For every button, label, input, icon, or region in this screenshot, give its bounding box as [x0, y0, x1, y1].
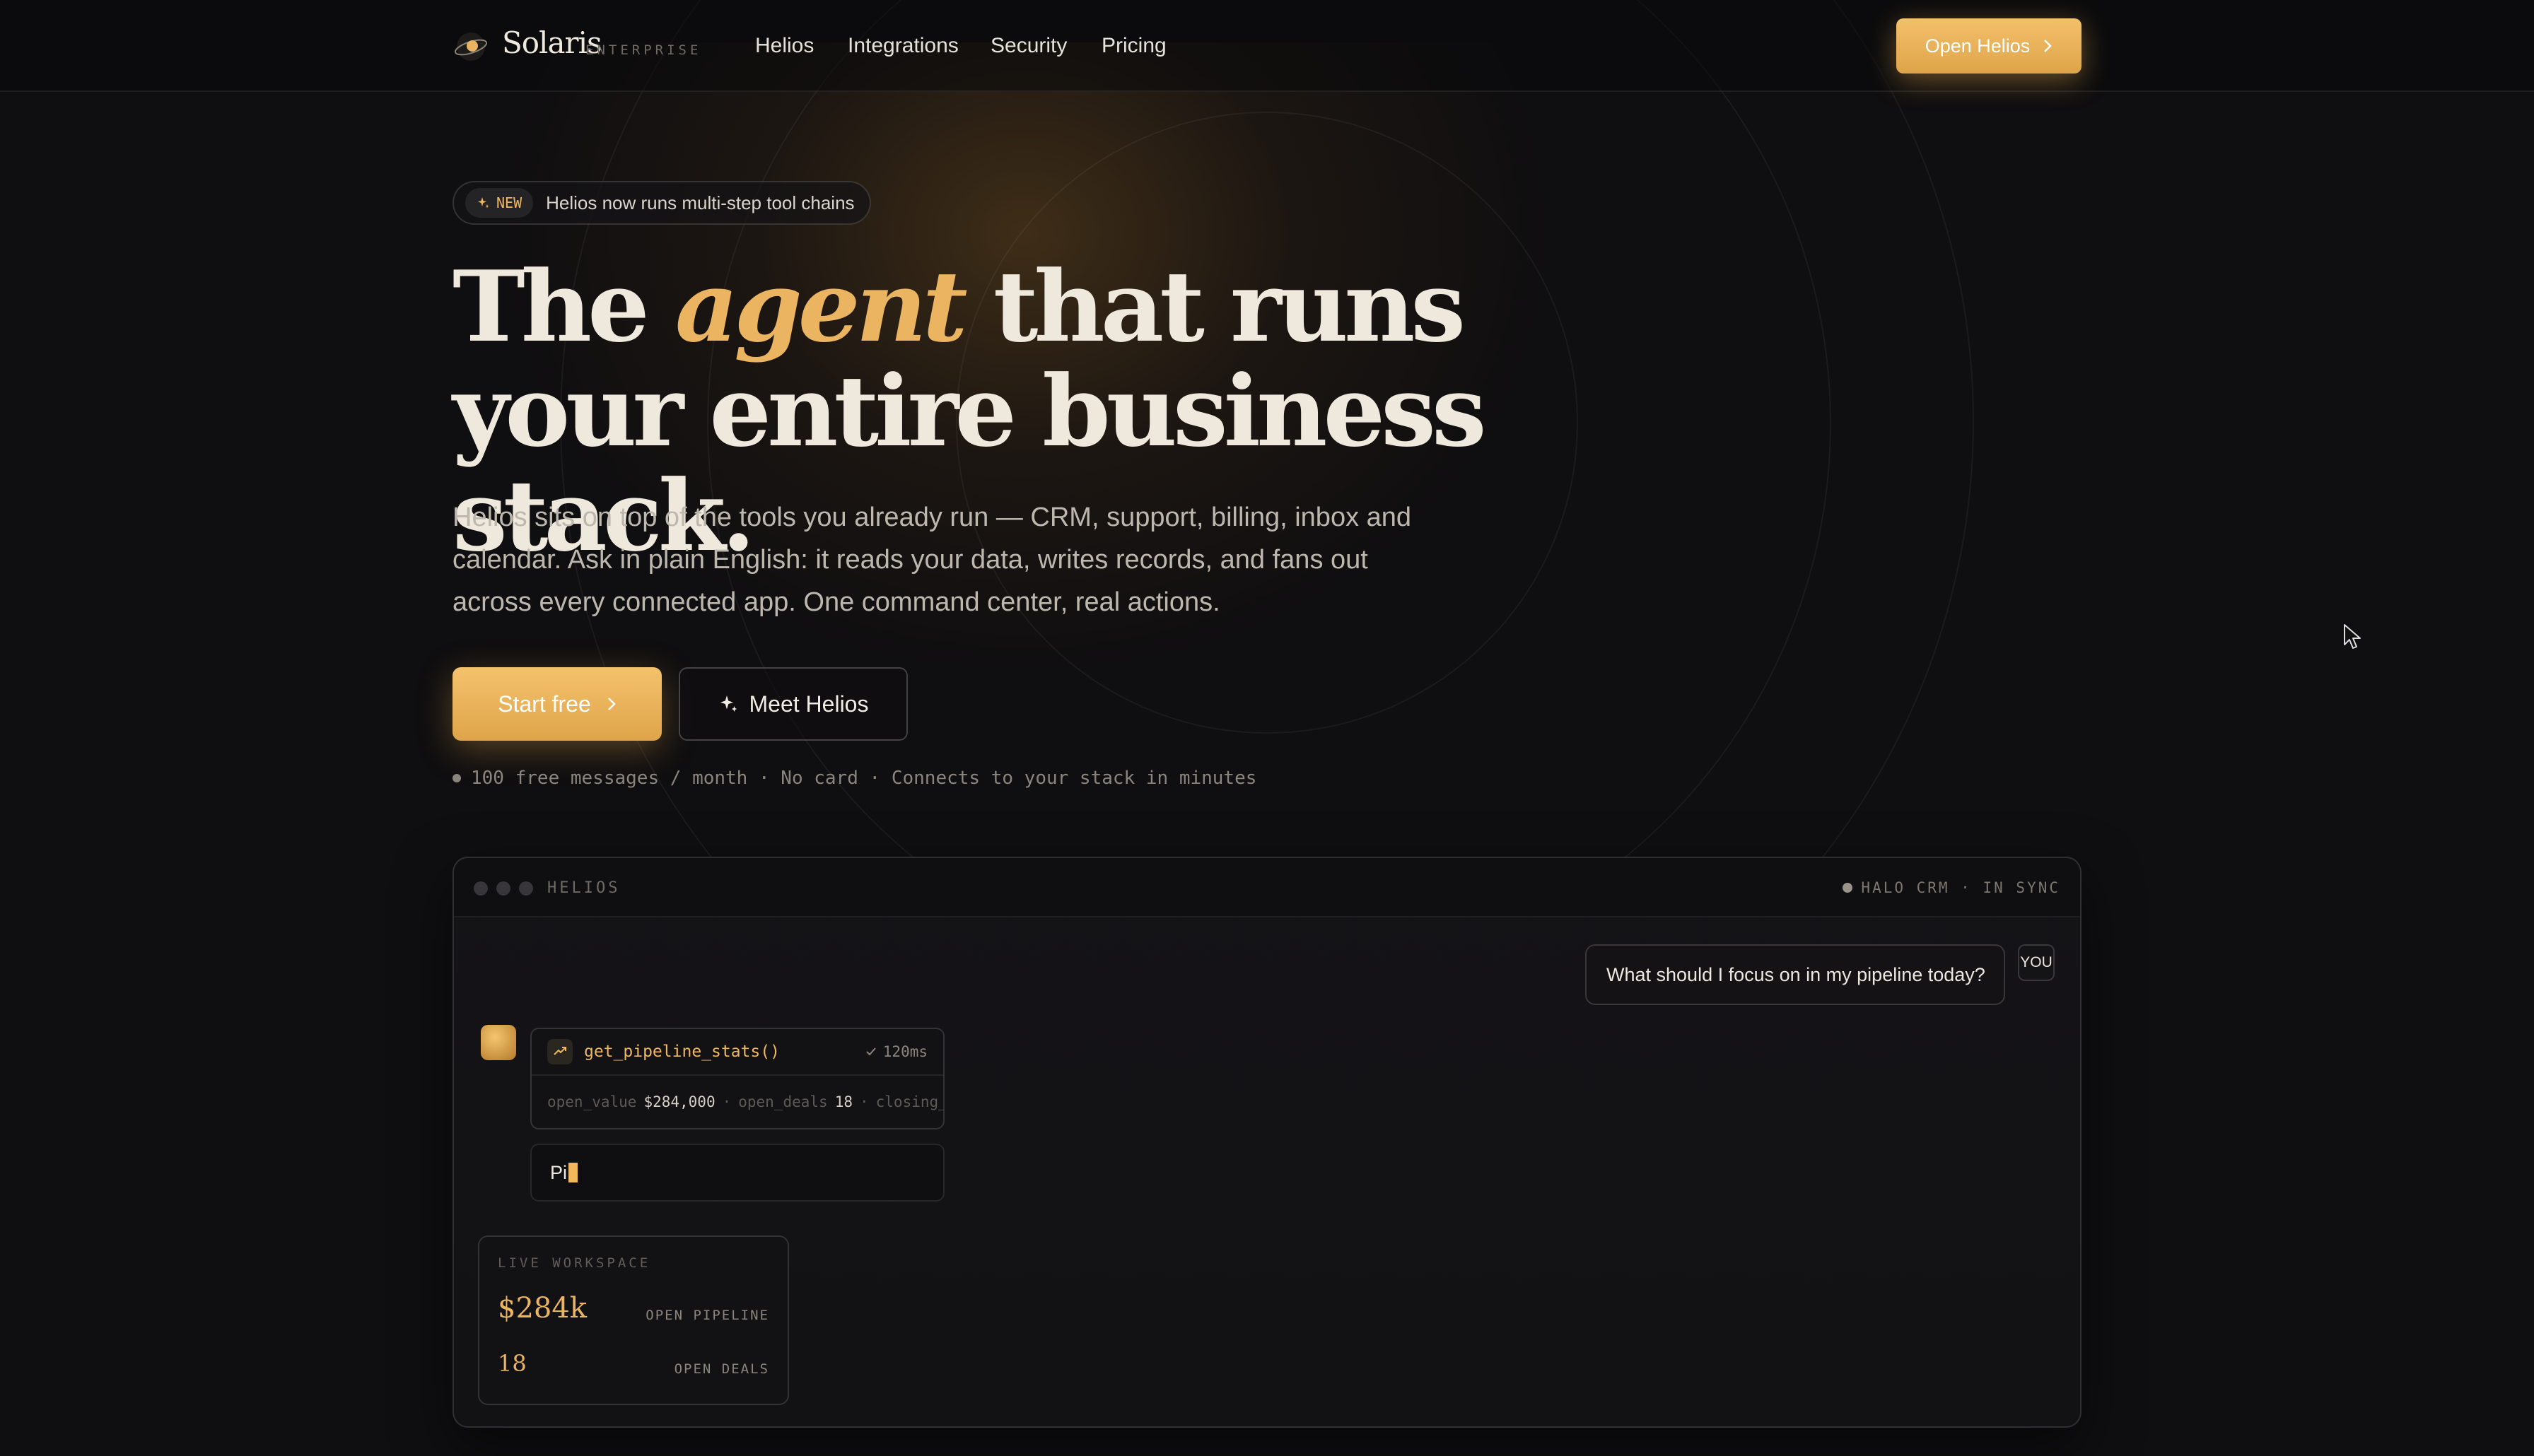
check-icon	[866, 1047, 876, 1056]
nav-link-security[interactable]: Security	[991, 34, 1067, 58]
start-free-button[interactable]: Start free	[452, 667, 662, 741]
open-helios-label: Open Helios	[1925, 35, 2031, 57]
tool-result: open_value $284,000 · open_deals 18 · cl…	[532, 1076, 943, 1128]
agent-reply: Pi	[530, 1144, 945, 1202]
window-dot-icon	[474, 881, 488, 896]
tool-call-card[interactable]: get_pipeline_stats() 120ms open_value $2…	[530, 1028, 945, 1129]
window-dot-icon	[496, 881, 510, 896]
trending-up-icon	[547, 1039, 573, 1064]
top-nav: Solaris ENTERPRISE Helios Integrations S…	[0, 0, 2534, 92]
workspace-title: LIVE WORKSPACE	[498, 1255, 651, 1271]
announcement-text: Helios now runs multi-step tool chains	[546, 192, 855, 213]
agent-reply-text: Pi	[550, 1161, 568, 1183]
sparkle-icon	[478, 197, 489, 209]
separator: ·	[722, 1093, 732, 1110]
live-workspace-card[interactable]: LIVE WORKSPACE $284k OPEN PIPELINE 18 OP…	[478, 1235, 789, 1405]
workspace-stat-value: 18	[498, 1350, 527, 1377]
new-badge: NEW	[465, 188, 534, 218]
headline-accent: agent	[675, 249, 968, 364]
separator: ·	[859, 1093, 869, 1110]
start-free-label: Start free	[498, 691, 591, 717]
sync-status: HALO CRM · IN SYNC	[1843, 879, 2060, 896]
tool-call-header: get_pipeline_stats() 120ms	[532, 1029, 943, 1076]
nav-link-integrations[interactable]: Integrations	[848, 34, 959, 58]
metric-key: open_value	[547, 1093, 637, 1110]
status-dot-icon	[1843, 883, 1853, 893]
sync-status-text: HALO CRM · IN SYNC	[1861, 879, 2060, 896]
fine-print-text: 100 free messages / month · No card · Co…	[471, 768, 1257, 789]
tool-duration: 120ms	[865, 1043, 928, 1060]
window-titlebar: HELIOS HALO CRM · IN SYNC	[454, 858, 2080, 917]
metric-value: 18	[834, 1093, 853, 1110]
workspace-stat-label: OPEN DEALS	[674, 1361, 769, 1377]
helios-app-window: HELIOS HALO CRM · IN SYNC What should I …	[452, 857, 2082, 1428]
headline-start: The	[452, 249, 675, 364]
solaris-logo-icon[interactable]	[452, 28, 489, 65]
meet-helios-label: Meet Helios	[749, 691, 869, 717]
bullet-dot-icon	[452, 774, 461, 782]
sparkle-icon	[720, 695, 737, 712]
workspace-stat-label: OPEN PIPELINE	[646, 1308, 769, 1323]
window-title: HELIOS	[547, 879, 621, 897]
agent-avatar	[481, 1025, 516, 1060]
user-message: What should I focus on in my pipeline to…	[1585, 944, 2005, 1005]
brand-subtitle: ENTERPRISE	[585, 42, 702, 58]
metric-key: open_deals	[738, 1093, 828, 1110]
hero-subtitle: Helios sits on top of the tools you alre…	[452, 503, 1412, 617]
new-badge-label: NEW	[496, 194, 522, 211]
typing-caret	[568, 1163, 578, 1182]
meet-helios-button[interactable]: Meet Helios	[679, 667, 908, 741]
workspace-stat-value: $284k	[498, 1292, 588, 1325]
mouse-cursor-icon	[2344, 624, 2361, 649]
user-avatar: YOU	[2018, 944, 2055, 981]
window-dot-icon	[519, 881, 533, 896]
open-helios-button[interactable]: Open Helios	[1896, 18, 2082, 74]
metric-key: closing_soon	[875, 1093, 943, 1110]
tool-duration-text: 120ms	[882, 1043, 928, 1060]
chevron-right-icon	[2044, 40, 2053, 52]
chevron-right-icon	[607, 698, 616, 710]
nav-link-helios[interactable]: Helios	[755, 34, 814, 58]
metric-value: $284,000	[643, 1093, 716, 1110]
nav-link-pricing[interactable]: Pricing	[1102, 34, 1167, 58]
fine-print: 100 free messages / month · No card · Co…	[452, 768, 1256, 789]
announcement-pill[interactable]: NEW Helios now runs multi-step tool chai…	[452, 181, 871, 225]
tool-name: get_pipeline_stats()	[584, 1043, 780, 1061]
